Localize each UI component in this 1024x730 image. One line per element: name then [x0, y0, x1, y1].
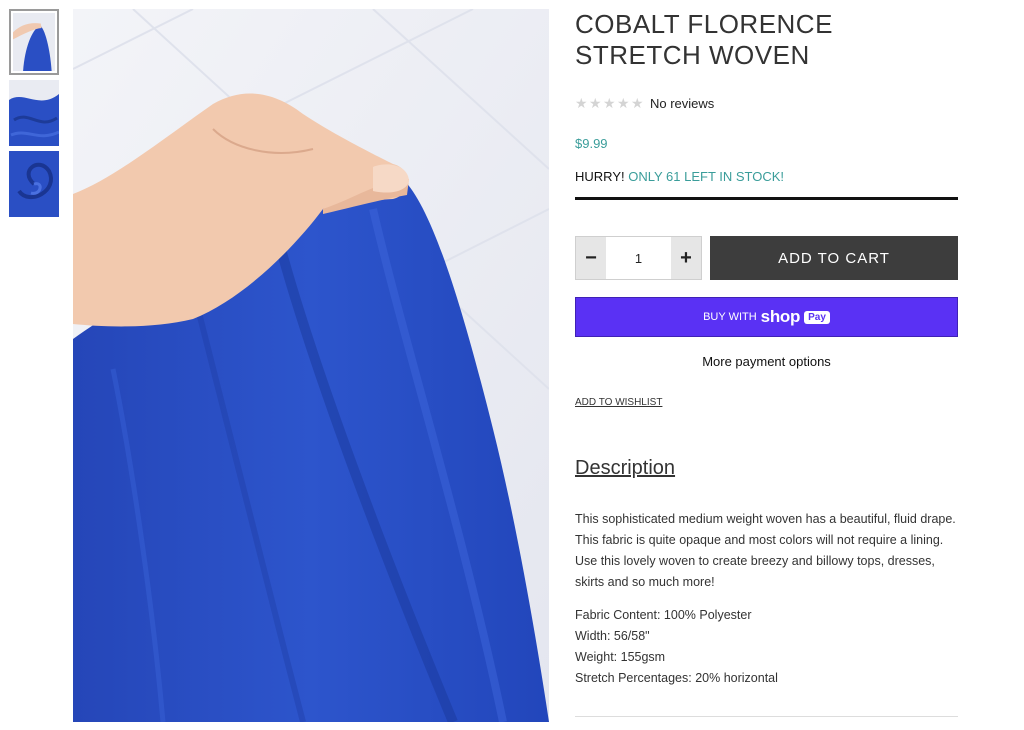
product-price: $9.99 [575, 136, 608, 151]
product-title-line-2: STRETCH WOVEN [575, 40, 810, 70]
add-to-cart-button[interactable]: ADD TO CART [710, 236, 958, 280]
stock-prefix: HURRY! [575, 169, 629, 184]
description-body: This sophisticated medium weight woven h… [575, 512, 956, 589]
spec-width: Width: 56/58" [575, 629, 650, 643]
reviews-count: No reviews [650, 95, 715, 111]
quantity-increase-button[interactable]: + [671, 237, 701, 279]
spec-list: Fabric Content: 100% Polyester Width: 56… [575, 605, 958, 689]
star-rating: ★ ★ ★ ★ ★ [575, 94, 644, 111]
spec-fabric-content: Fabric Content: 100% Polyester [575, 608, 752, 622]
star-icon: ★ [575, 94, 588, 111]
quantity-stepper: − + [575, 236, 702, 280]
stock-notice: HURRY! ONLY 61 LEFT IN STOCK! [575, 169, 958, 200]
shop-pay-logo: shop [760, 307, 801, 326]
add-to-wishlist-link[interactable]: ADD TO WISHLIST [575, 397, 662, 408]
description-heading: Description [575, 457, 676, 479]
main-product-image[interactable] [73, 9, 549, 722]
thumbnail-folded-fabric[interactable] [9, 80, 59, 146]
product-title: COBALT FLORENCE STRETCH WOVEN [575, 9, 958, 71]
reviews-summary[interactable]: ★ ★ ★ ★ ★ No reviews [575, 94, 958, 112]
quantity-decrease-button[interactable]: − [576, 237, 606, 279]
product-title-line-1: COBALT FLORENCE [575, 9, 833, 39]
spec-stretch: Stretch Percentages: 20% horizontal [575, 671, 778, 685]
star-icon: ★ [617, 94, 630, 111]
thumbnail-hand-holding-fabric[interactable] [9, 9, 59, 75]
product-info: COBALT FLORENCE STRETCH WOVEN ★ ★ ★ ★ ★ … [575, 9, 958, 689]
star-icon: ★ [603, 94, 616, 111]
shop-pay-prefix: BUY WITH [703, 311, 757, 323]
quantity-input[interactable] [606, 237, 671, 279]
thumbnail-gallery [9, 9, 59, 222]
stock-count: ONLY 61 LEFT IN STOCK! [628, 169, 785, 184]
shop-pay-badge: Pay [804, 310, 830, 324]
star-icon: ★ [589, 94, 602, 111]
star-icon: ★ [631, 94, 644, 111]
spec-weight: Weight: 155gsm [575, 650, 666, 664]
more-payment-options-link[interactable]: More payment options [575, 354, 958, 369]
cart-row: − + ADD TO CART [575, 236, 958, 280]
thumbnail-swirled-fabric[interactable] [9, 151, 59, 217]
section-divider [575, 716, 958, 717]
shop-pay-button[interactable]: BUY WITH shop Pay [575, 297, 958, 337]
